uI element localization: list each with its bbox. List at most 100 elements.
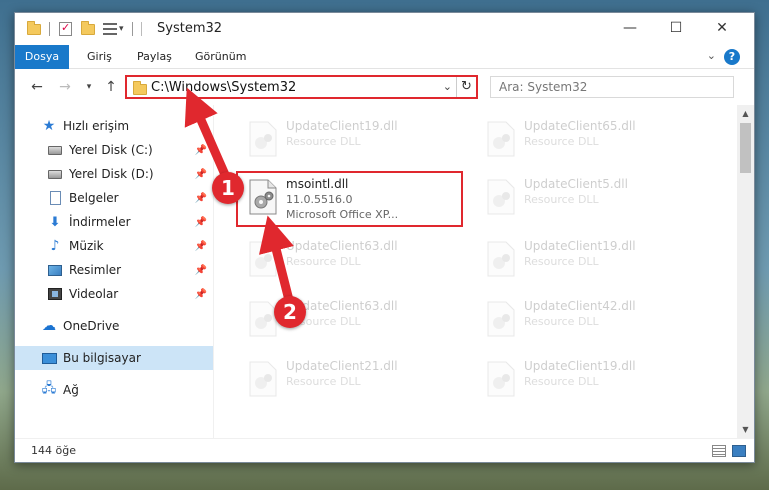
new-folder-icon[interactable] bbox=[81, 20, 95, 38]
file-description: Resource DLL bbox=[524, 255, 599, 268]
file-description: Resource DLL bbox=[524, 315, 599, 328]
pictures-icon bbox=[47, 262, 63, 278]
close-icon: ✕ bbox=[716, 20, 728, 36]
file-tile[interactable]: UpdateClient5.dll Resource DLL bbox=[472, 171, 697, 223]
properties-icon[interactable] bbox=[59, 20, 72, 38]
address-folder-icon bbox=[133, 81, 147, 95]
help-icon[interactable]: ? bbox=[724, 49, 740, 65]
music-icon: ♪ bbox=[50, 238, 60, 254]
file-name: UpdateClient19.dll bbox=[524, 239, 636, 253]
tab-view[interactable]: Görünüm bbox=[185, 45, 256, 69]
file-tile[interactable]: UpdateClient42.dll Resource DLL bbox=[472, 293, 697, 345]
sidebar-item-pictures[interactable]: Resimler 📌 bbox=[15, 258, 213, 282]
pin-icon: 📌 bbox=[194, 240, 207, 252]
back-arrow-icon: ← bbox=[31, 79, 43, 95]
explorer-window: ▾ System32 — ☐ ✕ Dosya Giriş Paylaş Görü… bbox=[14, 12, 755, 463]
sidebar-item-quick-access[interactable]: ★ Hızlı erişim bbox=[15, 114, 213, 138]
videos-icon bbox=[47, 286, 63, 302]
recent-locations-button[interactable]: ▾ bbox=[79, 77, 99, 97]
sidebar-item-videos[interactable]: Videolar 📌 bbox=[15, 282, 213, 306]
minimize-icon: — bbox=[623, 20, 637, 36]
sidebar-item-label: Hızlı erişim bbox=[63, 119, 130, 133]
cloud-icon: ☁ bbox=[42, 318, 56, 334]
scroll-thumb[interactable] bbox=[740, 123, 751, 173]
address-dropdown-icon[interactable]: ⌄ bbox=[443, 80, 452, 93]
dll-file-icon bbox=[487, 179, 515, 215]
up-button[interactable]: ↑ bbox=[101, 77, 121, 97]
search-box[interactable] bbox=[490, 76, 734, 98]
dll-file-icon bbox=[249, 361, 277, 397]
tab-file[interactable]: Dosya bbox=[15, 45, 69, 69]
file-name: UpdateClient21.dll bbox=[286, 359, 398, 373]
sidebar-item-documents[interactable]: Belgeler 📌 bbox=[15, 186, 213, 210]
step-2-badge: 2 bbox=[274, 296, 306, 328]
sidebar-item-local-disk-d[interactable]: Yerel Disk (D:) 📌 bbox=[15, 162, 213, 186]
pin-icon: 📌 bbox=[194, 264, 207, 276]
minimize-button[interactable]: — bbox=[607, 13, 653, 43]
list-view-icon[interactable] bbox=[103, 20, 117, 38]
sidebar-item-this-pc[interactable]: Bu bilgisayar bbox=[15, 346, 213, 370]
sidebar-item-label: Yerel Disk (D:) bbox=[69, 167, 154, 181]
sidebar-item-onedrive[interactable]: ☁ OneDrive bbox=[15, 314, 213, 338]
address-path[interactable]: C:\Windows\System32 bbox=[151, 80, 296, 95]
forward-arrow-icon: → bbox=[59, 79, 71, 95]
maximize-button[interactable]: ☐ bbox=[653, 13, 699, 43]
dll-file-icon bbox=[249, 301, 277, 337]
pin-icon: 📌 bbox=[194, 168, 207, 180]
file-description: Resource DLL bbox=[286, 135, 361, 148]
sidebar-item-label: Müzik bbox=[69, 239, 104, 253]
quick-access-dropdown-icon[interactable]: ▾ bbox=[119, 20, 124, 38]
drive-icon bbox=[47, 142, 63, 158]
file-tile[interactable]: UpdateClient63.dll Resource DLL bbox=[234, 293, 459, 345]
status-bar: 144 öğe bbox=[15, 438, 754, 462]
star-icon: ★ bbox=[42, 118, 56, 134]
file-tile[interactable]: UpdateClient21.dll Resource DLL bbox=[234, 353, 459, 405]
dll-file-icon bbox=[249, 121, 277, 157]
drive-icon bbox=[47, 166, 63, 182]
search-input[interactable] bbox=[491, 77, 733, 97]
file-description: Resource DLL bbox=[524, 193, 599, 206]
vertical-scrollbar[interactable]: ▲ ▼ bbox=[737, 105, 754, 438]
large-icons-view-icon[interactable] bbox=[732, 445, 746, 457]
ribbon-expand-icon[interactable]: ⌄ bbox=[707, 49, 716, 62]
tab-home[interactable]: Giriş bbox=[77, 45, 122, 69]
file-name: UpdateClient19.dll bbox=[524, 359, 636, 373]
details-view-icon[interactable] bbox=[712, 445, 726, 457]
close-button[interactable]: ✕ bbox=[699, 13, 745, 43]
file-tile[interactable]: UpdateClient65.dll Resource DLL bbox=[472, 113, 697, 165]
sidebar-item-label: Videolar bbox=[69, 287, 119, 301]
ribbon-tabs: Dosya Giriş Paylaş Görünüm ⌄ ? bbox=[15, 45, 754, 69]
address-bar[interactable]: C:\Windows\System32 ⌄ ↻ bbox=[125, 75, 478, 99]
sidebar-item-network[interactable]: 🖧 Ağ bbox=[15, 378, 213, 402]
file-description: Resource DLL bbox=[524, 135, 599, 148]
step-1-badge: 1 bbox=[212, 172, 244, 204]
sidebar-item-music[interactable]: ♪ Müzik 📌 bbox=[15, 234, 213, 258]
sidebar-item-label: OneDrive bbox=[63, 319, 120, 333]
dll-file-icon bbox=[249, 241, 277, 277]
file-tile[interactable]: UpdateClient63.dll Resource DLL bbox=[234, 233, 459, 285]
navigation-bar: ← → ▾ ↑ C:\Windows\System32 ⌄ ↻ bbox=[15, 73, 754, 101]
file-description: Resource DLL bbox=[286, 255, 361, 268]
sidebar-item-label: Bu bilgisayar bbox=[63, 351, 141, 365]
pin-icon: 📌 bbox=[194, 192, 207, 204]
forward-button[interactable]: → bbox=[55, 77, 75, 97]
qa-separator-2 bbox=[132, 20, 133, 38]
pin-icon: 📌 bbox=[194, 144, 207, 156]
refresh-icon[interactable]: ↻ bbox=[456, 77, 476, 97]
qa-separator-3 bbox=[141, 20, 142, 38]
scroll-up-icon[interactable]: ▲ bbox=[737, 105, 754, 122]
sidebar-item-label: Ağ bbox=[63, 383, 79, 397]
back-button[interactable]: ← bbox=[27, 77, 47, 97]
up-arrow-icon: ↑ bbox=[105, 79, 117, 95]
file-tile[interactable]: UpdateClient19.dll Resource DLL bbox=[472, 353, 697, 405]
sidebar-item-downloads[interactable]: ⬇ İndirmeler 📌 bbox=[15, 210, 213, 234]
tab-share[interactable]: Paylaş bbox=[127, 45, 182, 69]
window-title: System32 bbox=[157, 21, 223, 36]
scroll-down-icon[interactable]: ▼ bbox=[737, 421, 754, 438]
file-tile[interactable]: UpdateClient19.dll Resource DLL bbox=[472, 233, 697, 285]
dll-file-icon bbox=[487, 241, 515, 277]
file-tile[interactable]: UpdateClient19.dll Resource DLL bbox=[234, 113, 459, 165]
file-description: Resource DLL bbox=[524, 375, 599, 388]
sidebar-item-local-disk-c[interactable]: Yerel Disk (C:) 📌 bbox=[15, 138, 213, 162]
file-name: UpdateClient5.dll bbox=[524, 177, 628, 191]
